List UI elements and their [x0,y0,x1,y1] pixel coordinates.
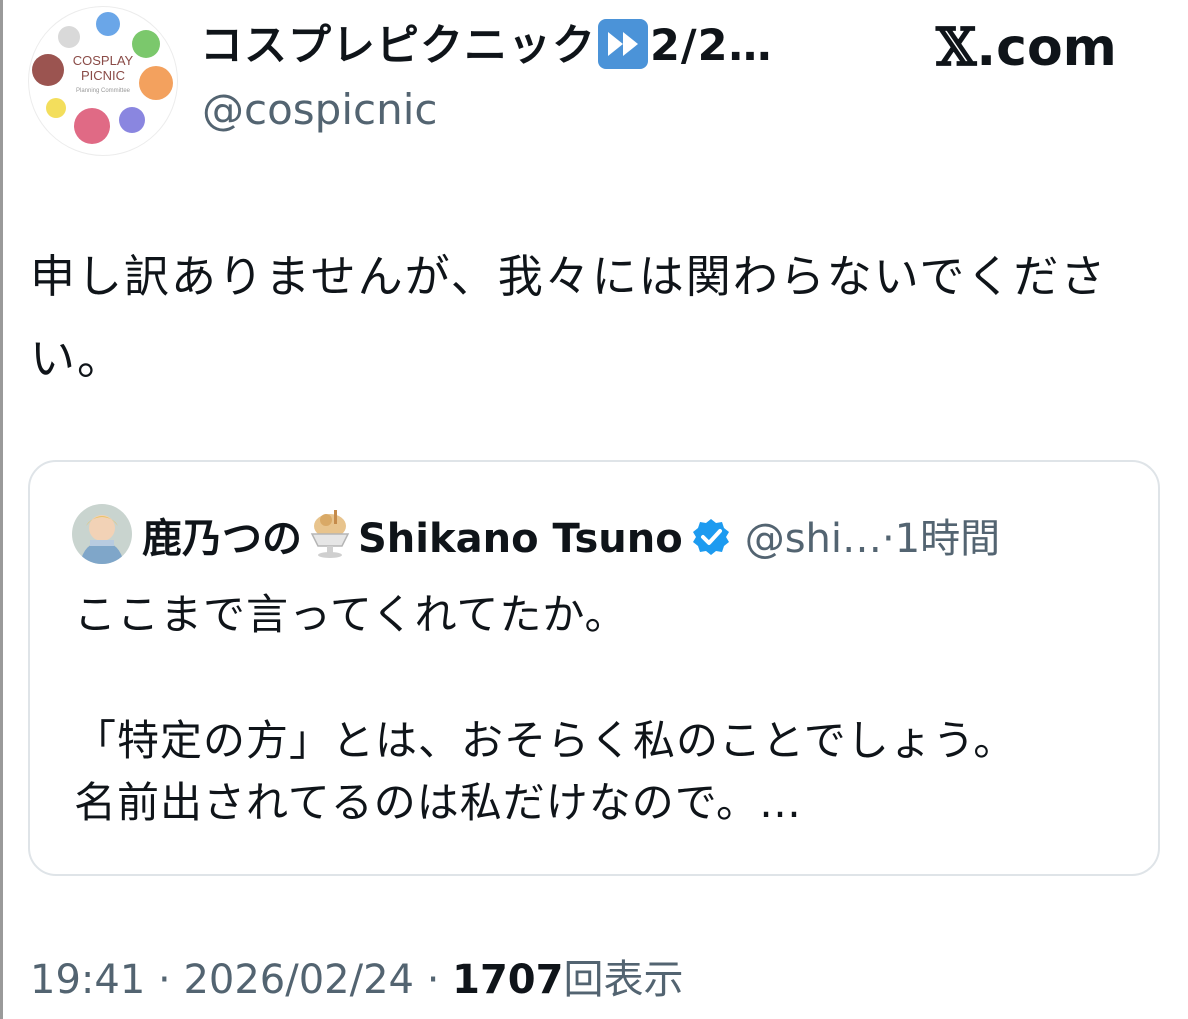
site-domain: .com [976,18,1117,78]
x-logo-icon: 𝕏 [936,17,977,78]
author-avatar[interactable]: COSPLAY PICNIC Planning Committee [28,6,178,156]
meta-separator-2: · [413,957,453,1003]
verified-badge-icon [691,517,731,557]
quote-paragraph-gap [74,646,1134,710]
user-avatar [72,504,132,564]
quote-separator: · [882,516,895,562]
tweet-time[interactable]: 19:41 [30,957,145,1003]
fast-forward-icon [598,19,648,69]
meta-separator-1: · [145,957,184,1003]
author-name-suffix: 2/2… [650,21,773,71]
logo-text-cosplay: COSPLAY [73,53,134,68]
logo-text-picnic: PICNIC [81,68,125,83]
quote-text: ここまで言ってくれてたか。 「特定の方」とは、おそらく私のことでしょう。 名前出… [74,584,1134,834]
quote-time[interactable]: 1時間 [895,516,1000,562]
quoted-tweet-card[interactable]: 鹿乃つの Shikano Tsuno @shi…·1時間 ここまで言ってくれてたか。… [28,460,1160,876]
author-name-text: コスプレピクニック [200,21,596,71]
author-name[interactable]: コスプレピクニック 2/2… [200,18,773,74]
quote-line-1: ここまで言ってくれてたか。 [74,590,628,639]
quote-line-2: 「特定の方」とは、おそらく私のことでしょう。 [74,716,1017,765]
quote-author-name-ja[interactable]: 鹿乃つの [142,516,302,562]
left-edge-rule [0,0,3,1019]
tweet-text: 申し訳ありませんが、我々には関わらないでください。 [30,250,1108,385]
quote-author-name-en[interactable]: Shikano Tsuno [358,516,683,562]
site-label: 𝕏.com [936,17,1117,79]
quote-header: 鹿乃つの Shikano Tsuno @shi…·1時間 [142,506,1000,567]
logo-text-committee: Planning Committee [76,88,131,94]
quote-handle[interactable]: @shi… [745,516,882,562]
quote-author-avatar[interactable] [72,504,132,564]
author-handle[interactable]: @cospicnic [202,82,437,138]
tweet-meta: 19:41 · 2026/02/24 · 1707回表示 [30,952,683,1008]
quote-line-3: 名前出されてるのは私だけなので。… [74,778,803,827]
views-count: 1707 [452,957,564,1003]
ice-cream-icon [302,506,358,562]
tweet-date[interactable]: 2026/02/24 [183,957,414,1003]
views-label: 回表示 [563,957,684,1003]
cosplay-picnic-logo: COSPLAY PICNIC Planning Committee [32,12,173,144]
